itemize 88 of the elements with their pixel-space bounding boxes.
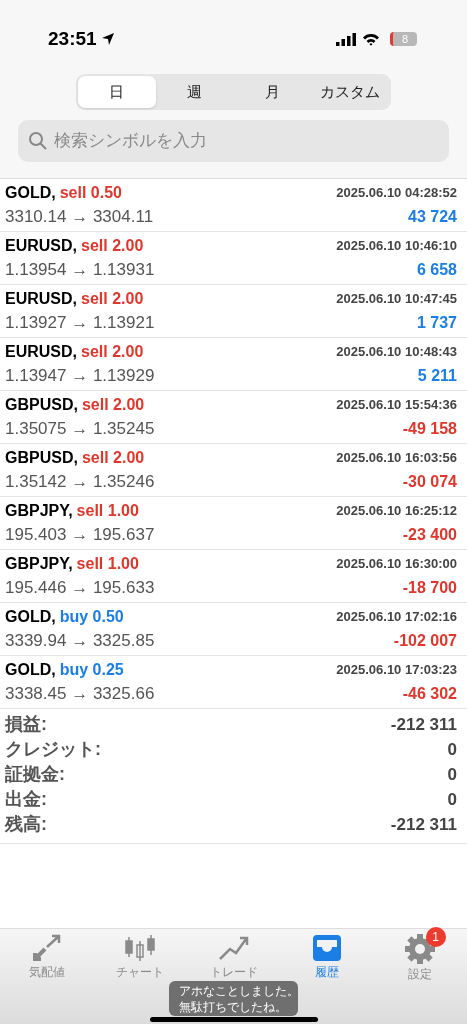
summary-label: クレジット: [5, 738, 101, 761]
trade-symbol: GBPUSD, [5, 448, 78, 468]
tab-bar-item[interactable]: 履歴 [308, 933, 345, 980]
trade-volume: buy 0.50 [59, 607, 124, 627]
trade-profit: -23 400 [402, 525, 457, 545]
trade-prices: 1.13927 → 1.13921 [5, 312, 155, 335]
diagonal-arrows-icon [30, 933, 63, 963]
trade-profit: 6 658 [416, 260, 457, 280]
search-input[interactable]: 検索シンボルを入力 [54, 128, 439, 154]
trade-time: 2025.06.10 04:28:52 [336, 184, 457, 203]
period-tab[interactable]: 日 [78, 76, 156, 108]
trade-prices: 1.13947 → 1.13929 [5, 365, 155, 388]
trade-profit: -18 700 [402, 578, 457, 598]
trade-row[interactable]: GOLD, buy 0.50 2025.06.10 17:02:16 3339.94 → 3325.85 -102 007 [0, 603, 467, 656]
trade-prices: 3338.45 → 3325.66 [5, 683, 155, 706]
trade-row[interactable]: EURUSD, sell 2.00 2025.06.10 10:48:43 1.13947 → 1.13929 5 211 [0, 338, 467, 391]
summary-value: 0 [447, 788, 457, 811]
trade-profit: -102 007 [393, 631, 457, 651]
trade-prices: 3310.14 → 3304.11 [5, 206, 154, 229]
search-field[interactable]: 検索シンボルを入力 [18, 120, 449, 162]
trade-time: 2025.06.10 16:25:12 [336, 502, 457, 521]
summary-label: 残高: [5, 813, 47, 836]
trade-prices: 1.13954 → 1.13931 [5, 259, 155, 282]
trade-symbol: GOLD, [5, 607, 56, 627]
trade-prices: 1.35075 → 1.35245 [5, 418, 155, 441]
battery-indicator: 8 [390, 32, 417, 46]
trade-symbol: GOLD, [5, 660, 56, 680]
trade-volume: sell 1.00 [76, 501, 139, 521]
summary-value: 0 [447, 738, 457, 761]
trade-profit: 5 211 [417, 366, 457, 386]
toast-text: 無駄打ちでしたね。 [179, 998, 288, 1015]
inbox-tray-icon [310, 933, 343, 963]
notification-badge: 1 [425, 927, 446, 947]
trade-symbol: EURUSD, [5, 342, 77, 362]
trade-symbol: GBPJPY, [5, 554, 73, 574]
trade-time: 2025.06.10 17:03:23 [336, 661, 457, 680]
summary-value: -212 311 [390, 813, 457, 836]
trade-symbol: EURUSD, [5, 236, 77, 256]
trade-row[interactable]: EURUSD, sell 2.00 2025.06.10 10:47:45 1.13927 → 1.13921 1 737 [0, 285, 467, 338]
trade-symbol: EURUSD, [5, 289, 77, 309]
trade-symbol: GOLD, [5, 183, 56, 203]
trade-row[interactable]: GOLD, buy 0.25 2025.06.10 17:03:23 3338.45 → 3325.66 -46 302 [0, 656, 467, 709]
summary-label: 出金: [5, 788, 47, 811]
trade-volume: sell 2.00 [81, 448, 145, 468]
trade-profit: -30 074 [402, 472, 457, 492]
signal-icon [336, 32, 356, 46]
trade-row[interactable]: GBPJPY, sell 1.00 2025.06.10 16:30:00 195.446 → 195.633 -18 700 [0, 550, 467, 603]
trade-volume: sell 1.00 [76, 554, 139, 574]
trade-volume: sell 0.50 [59, 183, 122, 203]
trade-symbol: GBPUSD, [5, 395, 78, 415]
trade-prices: 3339.94 → 3325.85 [5, 630, 155, 653]
trade-prices: 195.403 → 195.637 [5, 524, 155, 547]
summary-label: 損益: [5, 713, 47, 736]
search-icon [28, 131, 48, 151]
trade-time: 2025.06.10 10:47:45 [336, 290, 457, 309]
trade-profit: 43 724 [408, 207, 457, 227]
trade-profit: 1 737 [416, 313, 457, 333]
trade-time: 2025.06.10 15:54:36 [336, 396, 457, 415]
trade-volume: sell 2.00 [81, 236, 144, 256]
trade-profit: -46 302 [402, 684, 457, 704]
trade-prices: 1.35142 → 1.35246 [5, 471, 155, 494]
trade-volume: sell 2.00 [81, 342, 144, 362]
period-tab[interactable]: カスタム [311, 76, 389, 108]
trade-volume: sell 2.00 [81, 289, 144, 309]
summary-label: 証拠金: [5, 763, 65, 786]
trade-row[interactable]: GOLD, sell 0.50 2025.06.10 04:28:52 3310.14 → 3304.11 43 724 [0, 179, 467, 232]
location-arrow-icon [100, 32, 115, 46]
summary-value: 0 [447, 763, 457, 786]
trade-row[interactable]: GBPJPY, sell 1.00 2025.06.10 16:25:12 195.403 → 195.637 -23 400 [0, 497, 467, 550]
period-tab[interactable]: 月 [233, 76, 312, 108]
trade-prices: 195.446 → 195.633 [5, 577, 155, 600]
trade-volume: buy 0.25 [59, 660, 124, 680]
candlestick-icon [124, 933, 157, 963]
trade-time: 2025.06.10 10:48:43 [336, 343, 457, 362]
trade-profit: -49 158 [402, 419, 457, 439]
trade-time: 2025.06.10 16:30:00 [336, 555, 457, 574]
trade-symbol: GBPJPY, [5, 501, 73, 521]
trade-time: 2025.06.10 16:03:56 [336, 449, 457, 468]
summary-value: -212 311 [390, 713, 457, 736]
trade-time: 2025.06.10 10:46:10 [336, 237, 457, 256]
trade-row[interactable]: EURUSD, sell 2.00 2025.06.10 10:46:10 1.13954 → 1.13931 6 658 [0, 232, 467, 285]
trade-volume: sell 2.00 [81, 395, 145, 415]
wifi-icon [362, 32, 380, 46]
trade-row[interactable]: GBPUSD, sell 2.00 2025.06.10 16:03:56 1.35142 → 1.35246 -30 074 [0, 444, 467, 497]
trade-row[interactable]: GBPUSD, sell 2.00 2025.06.10 15:54:36 1.35075 → 1.35245 -49 158 [0, 391, 467, 444]
trade-time: 2025.06.10 17:02:16 [336, 608, 457, 627]
status-time: 23:51 [48, 26, 97, 51]
period-tab[interactable]: 週 [155, 76, 234, 108]
